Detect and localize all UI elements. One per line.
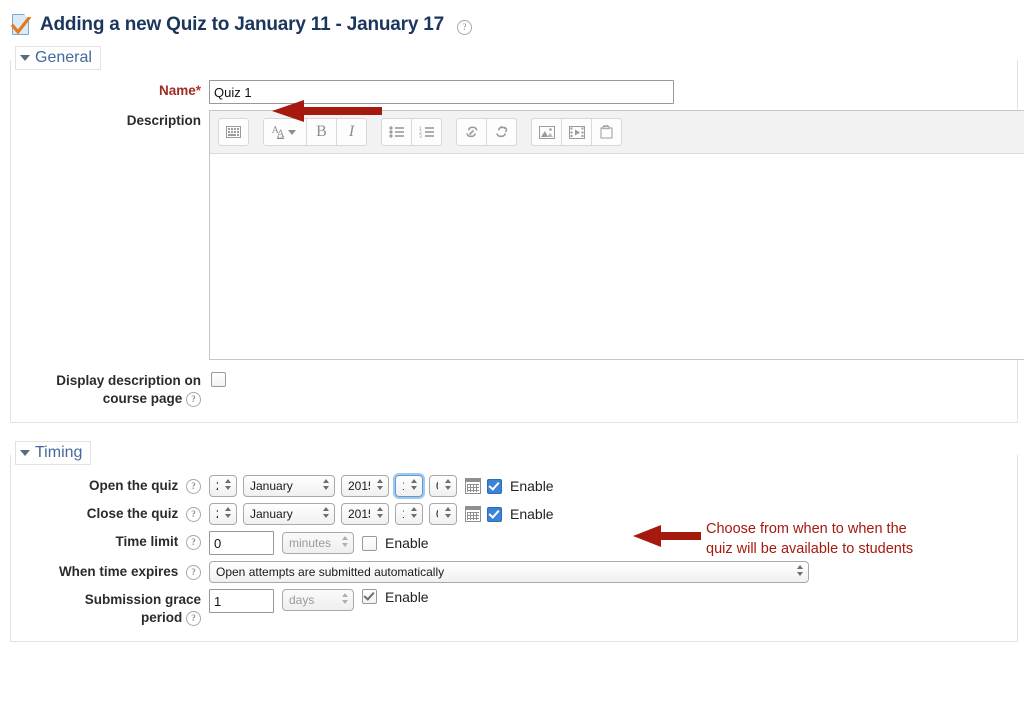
editor-toolbar: AA B I 123 [210, 111, 1024, 154]
time-limit-help-icon[interactable]: ? [186, 534, 201, 550]
close-quiz-enable-checkbox[interactable] [487, 506, 502, 522]
close-year-select[interactable]: 2015 [341, 503, 389, 525]
when-time-expires-select-wrap: Open attempts are submitted automaticall… [209, 561, 809, 583]
general-legend[interactable]: General [15, 46, 101, 70]
open-year-select-wrap: 2015 [341, 475, 389, 497]
close-quiz-enable-label: Enable [510, 506, 554, 522]
close-minute-select-wrap: 01 [429, 503, 457, 525]
close-month-select-wrap: January [243, 503, 335, 525]
close-hour-select-wrap: 13 [395, 503, 423, 525]
close-hour-select[interactable]: 13 [395, 503, 423, 525]
grace-period-enable-checkbox[interactable] [362, 589, 377, 604]
grace-period-help-icon[interactable]: ? [186, 610, 201, 626]
open-quiz-label: Open the quiz ? [11, 475, 209, 495]
grace-period-label: Submission grace period ? [84, 592, 201, 626]
description-label: Description [126, 113, 201, 128]
bullet-list-icon[interactable] [381, 118, 412, 146]
italic-icon[interactable]: I [336, 118, 367, 146]
close-quiz-help-icon[interactable]: ? [186, 506, 201, 522]
quiz-checkmark-icon [10, 14, 32, 36]
time-limit-unit-select-wrap: minutes [282, 532, 354, 554]
general-legend-label: General [35, 49, 92, 66]
manage-files-icon[interactable] [591, 118, 622, 146]
display-description-row: Display description on course page ? [11, 370, 1017, 408]
image-icon[interactable] [531, 118, 562, 146]
calendar-icon[interactable] [465, 506, 481, 522]
name-label: Name* [158, 83, 201, 98]
svg-text:3: 3 [419, 134, 422, 138]
display-description-label: Display description on course page ? [56, 373, 201, 407]
close-year-select-wrap: 2015 [341, 503, 389, 525]
grace-period-unit-select[interactable]: days [282, 589, 354, 611]
required-marker: * [195, 83, 201, 98]
description-row: Description AA B I 1 2 3 [11, 110, 1024, 360]
timing-annotation-line1: Choose from when to when the [706, 521, 907, 537]
close-day-select-wrap: 28 [209, 503, 237, 525]
open-quiz-row: Open the quiz ? 21 January 2015 12 01 En… [11, 475, 1017, 497]
open-minute-select-wrap: 01 [429, 475, 457, 497]
grace-period-input[interactable] [209, 589, 274, 613]
open-minute-select[interactable]: 01 [429, 475, 457, 497]
page-header: Adding a new Quiz to January 11 - Januar… [0, 0, 1024, 42]
open-quiz-enable-label: Enable [510, 478, 554, 494]
collapse-triangle-icon [20, 450, 30, 456]
open-month-select-wrap: January [243, 475, 335, 497]
when-time-expires-row: When time expires ? Open attempts are su… [11, 561, 1017, 583]
open-hour-select[interactable]: 12 [395, 475, 423, 497]
description-editor[interactable]: AA B I 123 [209, 110, 1024, 360]
calendar-icon[interactable] [465, 478, 481, 494]
time-limit-unit-select[interactable]: minutes [282, 532, 354, 554]
close-quiz-label: Close the quiz ? [11, 503, 209, 523]
font-style-icon[interactable]: AA [263, 118, 307, 146]
display-description-help-icon[interactable]: ? [186, 391, 201, 407]
timing-annotation-line2: quiz will be available to students [706, 541, 914, 557]
numbered-list-icon[interactable]: 123 [411, 118, 442, 146]
page-title: Adding a new Quiz to January 11 - Januar… [40, 14, 445, 35]
media-icon[interactable] [561, 118, 592, 146]
expand-toolbar-icon[interactable] [218, 118, 249, 146]
time-limit-input[interactable] [209, 531, 274, 555]
close-minute-select[interactable]: 01 [429, 503, 457, 525]
open-day-select[interactable]: 21 [209, 475, 237, 497]
general-fieldset: General Name* Description [10, 46, 1024, 423]
time-limit-enable-label: Enable [385, 535, 429, 551]
name-row: Name* [11, 80, 1017, 104]
orange-check-glyph [11, 17, 31, 35]
link-icon[interactable] [456, 118, 487, 146]
time-limit-label: Time limit ? [11, 531, 209, 551]
open-month-select[interactable]: January [243, 475, 335, 497]
time-limit-enable-checkbox[interactable] [362, 535, 377, 551]
when-time-expires-help-icon[interactable]: ? [186, 564, 201, 580]
description-textarea[interactable] [210, 154, 1024, 359]
when-time-expires-select[interactable]: Open attempts are submitted automaticall… [209, 561, 809, 583]
close-month-select[interactable]: January [243, 503, 335, 525]
grace-period-row: Submission grace period ? days Enable [11, 589, 1017, 627]
grace-period-enable-label: Enable [385, 589, 429, 605]
name-input[interactable] [209, 80, 674, 104]
open-quiz-enable-checkbox[interactable] [487, 478, 502, 494]
timing-legend-label: Timing [35, 444, 83, 461]
when-time-expires-label: When time expires ? [11, 561, 209, 581]
collapse-triangle-icon [20, 55, 30, 61]
open-quiz-help-icon[interactable]: ? [186, 478, 201, 494]
display-description-checkbox[interactable] [211, 372, 226, 387]
page-help-icon[interactable]: ? [457, 19, 473, 36]
open-hour-select-wrap: 12 [395, 475, 423, 497]
grace-period-unit-select-wrap: days [282, 589, 354, 611]
unlink-icon[interactable] [486, 118, 517, 146]
timing-legend[interactable]: Timing [15, 441, 92, 465]
close-day-select[interactable]: 28 [209, 503, 237, 525]
open-day-select-wrap: 21 [209, 475, 237, 497]
timing-annotation-text: Choose from when to when the quiz will b… [706, 519, 913, 559]
open-year-select[interactable]: 2015 [341, 475, 389, 497]
bold-icon[interactable]: B [306, 118, 337, 146]
